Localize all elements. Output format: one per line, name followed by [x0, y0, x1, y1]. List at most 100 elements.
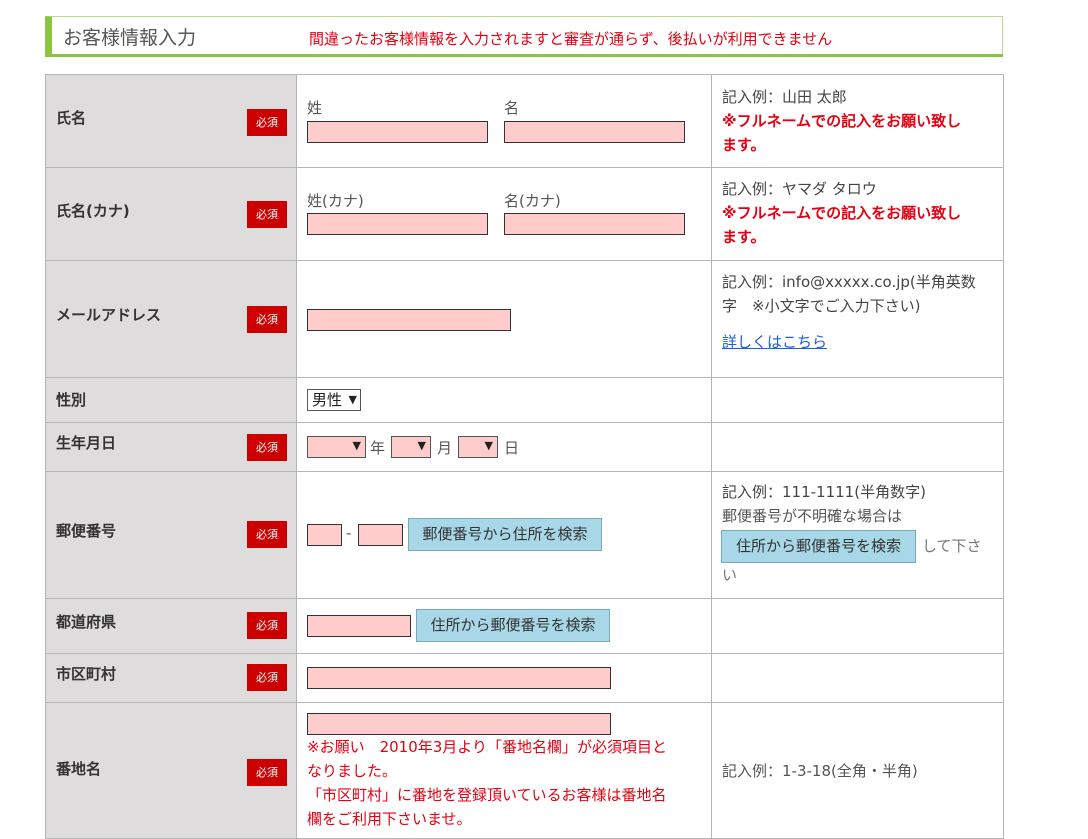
required-badge: 必須: [247, 306, 287, 333]
row-birthday: 生年月日 必須 ▼ 年 ▼ 月 ▼ 日: [45, 422, 1004, 472]
note-name-warning-2: ます。: [722, 136, 766, 154]
note-kana-warning-1: ※フルネームでの記入をお願い致し: [722, 204, 962, 222]
chevron-down-icon: ▼: [348, 393, 357, 406]
note-address-example: 記入例：1-3-18(全角・半角): [722, 762, 918, 780]
search-address-by-postal-button[interactable]: 郵便番号から住所を検索: [408, 518, 602, 551]
chevron-down-icon: ▼: [417, 439, 426, 452]
day-unit: 日: [504, 439, 520, 457]
required-badge: 必須: [247, 612, 287, 639]
address-notice-4: 欄をご利用下さいませ。: [307, 810, 472, 828]
search-postal-by-address-button[interactable]: 住所から郵便番号を検索: [721, 530, 916, 563]
label-cell-city: 市区町村 必須: [45, 653, 297, 703]
note-name: 記入例：山田 太郎 ※フルネームでの記入をお願い致し ます。: [722, 85, 961, 157]
birth-year-select[interactable]: ▼: [307, 436, 366, 458]
section-title: お客様情報入力: [63, 27, 197, 49]
note-postal-line4: い: [722, 566, 738, 584]
note-cell-address: 記入例：1-3-18(全角・半角): [711, 702, 1004, 839]
prefecture-input[interactable]: [307, 615, 411, 637]
label-gender: 性別: [56, 391, 87, 409]
section-warning: 間違ったお客様情報を入力されますと審査が通らず、後払いが利用できません: [309, 30, 833, 48]
label-cell-prefecture: 都道府県 必須: [45, 598, 297, 654]
postal-code-second-input[interactable]: [358, 524, 403, 546]
postal-separator: -: [346, 524, 352, 542]
label-address: 番地名: [56, 760, 102, 778]
row-gender: 性別 男性 ▼: [45, 377, 1004, 423]
row-email: メールアドレス 必須 記入例：info@xxxxx.co.jp(半角英数 字 ※…: [45, 260, 1004, 378]
customer-info-form: 氏名 必須 姓 名 記入例：山田 太郎 ※フルネームでの記入をお願い致し ます。…: [45, 74, 1004, 839]
label-name: 氏名: [56, 109, 87, 127]
input-cell-postal: - 郵便番号から住所を検索: [296, 471, 712, 599]
label-cell-email: メールアドレス 必須: [45, 260, 297, 378]
note-cell-email: 記入例：info@xxxxx.co.jp(半角英数 字 ※小文字でご入力下さい)…: [711, 260, 1004, 378]
input-cell-kana: 姓(カナ) 名(カナ): [296, 167, 712, 261]
last-name-input[interactable]: [307, 121, 488, 143]
note-name-warning-1: ※フルネームでの記入をお願い致し: [722, 112, 962, 130]
note-postal-line1: 記入例：111-1111(半角数字): [722, 483, 926, 501]
input-cell-city: [296, 653, 712, 703]
required-badge: 必須: [247, 109, 287, 136]
gender-selected-value: 男性: [312, 391, 343, 409]
row-postal: 郵便番号 必須 - 郵便番号から住所を検索 記入例：111-1111(半角数字)…: [45, 471, 1004, 599]
email-input[interactable]: [307, 309, 511, 331]
label-cell-address: 番地名 必須: [45, 702, 297, 839]
address-notice-2: なりました。: [307, 762, 398, 780]
input-cell-address: ※お願い 2010年3月より「番地名欄」が必須項目と なりました。 「市区町村」…: [296, 702, 712, 839]
note-email-spacer: [722, 318, 976, 330]
note-kana-warning-2: ます。: [722, 228, 766, 246]
label-kana: 氏名(カナ): [56, 202, 130, 220]
note-email-line1: 記入例：info@xxxxx.co.jp(半角英数: [722, 273, 976, 291]
label-email: メールアドレス: [56, 306, 162, 324]
chevron-down-icon: ▼: [484, 439, 493, 452]
label-prefecture: 都道府県: [56, 613, 117, 631]
input-cell-prefecture: 住所から郵便番号を検索: [296, 598, 712, 654]
postal-code-first-input[interactable]: [307, 524, 342, 546]
note-cell-gender: [711, 377, 1004, 423]
label-cell-birthday: 生年月日 必須: [45, 422, 297, 472]
row-city: 市区町村 必須: [45, 653, 1004, 703]
label-cell-postal: 郵便番号 必須: [45, 471, 297, 599]
birth-day-select[interactable]: ▼: [458, 436, 498, 458]
input-cell-name: 姓 名: [296, 74, 712, 168]
label-birthday: 生年月日: [56, 434, 117, 452]
first-kana-input[interactable]: [504, 213, 685, 235]
header-underline: [45, 54, 1003, 57]
section-header: お客様情報入力 間違ったお客様情報を入力されますと審査が通らず、後払いが利用でき…: [45, 16, 1003, 55]
required-badge: 必須: [247, 759, 287, 786]
gender-select[interactable]: 男性 ▼: [307, 389, 361, 411]
birth-month-select[interactable]: ▼: [391, 436, 431, 458]
row-name: 氏名 必須 姓 名 記入例：山田 太郎 ※フルネームでの記入をお願い致し ます。: [45, 74, 1004, 168]
city-input[interactable]: [307, 667, 611, 689]
label-city: 市区町村: [56, 665, 117, 683]
month-unit: 月: [437, 439, 453, 457]
prefecture-search-postal-button[interactable]: 住所から郵便番号を検索: [416, 609, 610, 642]
note-cell-postal: 記入例：111-1111(半角数字) 郵便番号が不明確な場合は 住所から郵便番号…: [711, 471, 1004, 599]
input-cell-gender: 男性 ▼: [296, 377, 712, 423]
note-kana: 記入例：ヤマダ タロウ ※フルネームでの記入をお願い致し ます。: [722, 177, 961, 249]
note-email: 記入例：info@xxxxx.co.jp(半角英数 字 ※小文字でご入力下さい)…: [722, 270, 976, 354]
first-kana-label: 名(カナ): [504, 192, 561, 210]
chevron-down-icon: ▼: [352, 439, 361, 452]
row-prefecture: 都道府県 必須 住所から郵便番号を検索: [45, 598, 1004, 654]
note-cell-name: 記入例：山田 太郎 ※フルネームでの記入をお願い致し ます。: [711, 74, 1004, 168]
note-name-example: 記入例：山田 太郎: [722, 88, 847, 106]
last-kana-label: 姓(カナ): [307, 192, 364, 210]
required-badge: 必須: [247, 201, 287, 228]
note-cell-prefecture: [711, 598, 1004, 654]
last-kana-input[interactable]: [307, 213, 488, 235]
details-link[interactable]: 詳しくはこちら: [722, 330, 976, 354]
note-postal: 記入例：111-1111(半角数字) 郵便番号が不明確な場合は: [722, 480, 998, 528]
note-cell-city: [711, 653, 1004, 703]
row-address: 番地名 必須 ※お願い 2010年3月より「番地名欄」が必須項目と なりました。…: [45, 702, 1004, 839]
note-postal-after: して下さ: [922, 537, 982, 555]
address-input[interactable]: [307, 713, 611, 735]
row-kana: 氏名(カナ) 必須 姓(カナ) 名(カナ) 記入例：ヤマダ タロウ ※フルネーム…: [45, 167, 1004, 261]
label-cell-name: 氏名 必須: [45, 74, 297, 168]
address-notice-1: ※お願い 2010年3月より「番地名欄」が必須項目と: [307, 738, 667, 756]
note-postal-line2: 郵便番号が不明確な場合は: [722, 507, 903, 525]
first-name-label: 名: [504, 99, 520, 117]
last-name-label: 姓: [307, 99, 323, 117]
address-notice: ※お願い 2010年3月より「番地名欄」が必須項目と なりました。 「市区町村」…: [307, 735, 707, 831]
note-cell-birthday: [711, 422, 1004, 472]
input-cell-email: [296, 260, 712, 378]
first-name-input[interactable]: [504, 121, 685, 143]
